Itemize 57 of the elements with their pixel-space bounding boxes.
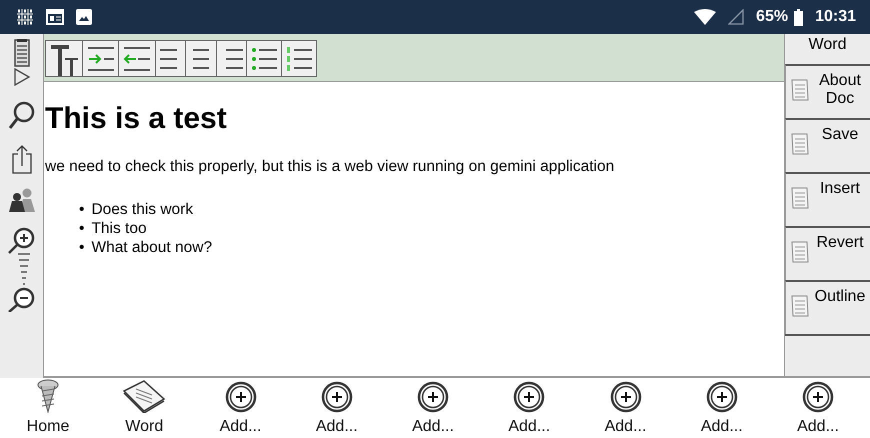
nav-button[interactable]: Add...	[385, 378, 481, 438]
note-icon	[790, 132, 810, 156]
add-icon	[802, 381, 834, 413]
image-icon	[76, 9, 92, 25]
add-icon	[320, 381, 353, 413]
note-icon	[790, 78, 810, 102]
add-icon	[610, 381, 642, 413]
note-icon	[790, 294, 810, 318]
panel-button[interactable]: Save	[785, 118, 870, 172]
format-button[interactable]	[246, 40, 282, 77]
battery-percentage: 65%	[756, 8, 788, 26]
people-icon[interactable]	[6, 188, 36, 212]
list-item: Does this work	[91, 200, 194, 219]
note-icon	[790, 240, 810, 264]
format-button[interactable]	[118, 40, 156, 77]
battery-icon	[794, 8, 804, 26]
format-button[interactable]	[82, 40, 120, 77]
panel-title: Word	[808, 35, 848, 55]
nav-button[interactable]: Add...	[192, 378, 288, 438]
signal-icon	[728, 9, 744, 25]
panel-button[interactable]: About Doc	[785, 64, 870, 118]
clock-time: 10:31	[815, 8, 856, 26]
share-icon[interactable]	[10, 144, 32, 174]
screw-icon	[36, 379, 60, 413]
format-button[interactable]	[280, 40, 316, 77]
list-item: What about now?	[91, 238, 212, 257]
document-icon[interactable]	[12, 38, 32, 68]
nav-button[interactable]: Add...	[578, 378, 674, 438]
bullet-marker: •	[79, 200, 84, 219]
bullet-marker: •	[79, 238, 84, 257]
search-icon[interactable]	[8, 100, 36, 130]
panel-button[interactable]: Insert	[785, 172, 870, 226]
nav-button[interactable]: Add...	[674, 378, 770, 438]
nav-button[interactable]: Home	[0, 378, 96, 438]
format-button[interactable]	[154, 40, 186, 77]
nav-button[interactable]: Word	[96, 378, 192, 438]
nav-button[interactable]: Add...	[481, 378, 578, 438]
note-icon	[790, 186, 810, 210]
add-icon	[224, 381, 256, 413]
list-item: This too	[91, 219, 147, 238]
panel-button[interactable]: Outline	[785, 280, 870, 334]
sudoku-icon	[16, 8, 34, 26]
wifi-icon	[694, 9, 716, 25]
bullet-marker: •	[79, 219, 84, 238]
panel-button[interactable]: Revert	[785, 226, 870, 280]
nav-button[interactable]: Add...	[288, 378, 385, 438]
format-button[interactable]	[216, 40, 248, 77]
format-button[interactable]	[185, 40, 217, 77]
document-paragraph: we need to check this properly, but this is a web view running on gemini application	[45, 158, 616, 176]
notepad-icon	[122, 379, 166, 413]
play-icon[interactable]	[12, 68, 30, 86]
add-icon	[706, 381, 738, 413]
document-heading: This is a test	[45, 102, 228, 136]
nav-button[interactable]: Add...	[770, 378, 866, 438]
add-icon	[513, 381, 546, 413]
add-icon	[417, 381, 449, 413]
format-button[interactable]	[45, 40, 83, 77]
